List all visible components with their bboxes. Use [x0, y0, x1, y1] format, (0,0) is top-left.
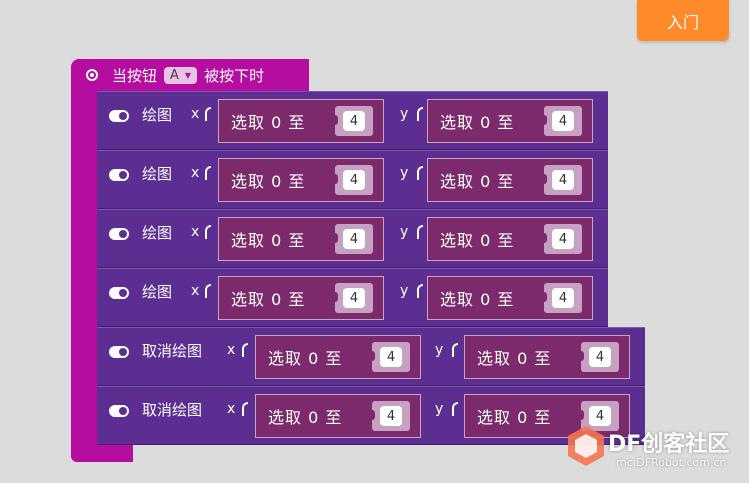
dropdown-arrow-icon: ▼: [184, 70, 192, 80]
x-axis-label: x: [227, 401, 236, 417]
max-value-field[interactable]: 4: [552, 170, 574, 190]
x-random-block[interactable]: 选取 0 至 4: [218, 158, 384, 202]
random-label: 选取 0 至: [231, 172, 306, 191]
y-input-socket: [452, 402, 458, 416]
toggle-icon: [109, 287, 129, 299]
watermark-url: mc.DFRobot.com.cn: [616, 456, 727, 469]
max-slot: 4: [541, 283, 582, 313]
y-axis-label: y: [400, 224, 409, 240]
toggle-icon: [109, 405, 129, 417]
block-label: 取消绘图: [142, 401, 203, 419]
block-label: 取消绘图: [142, 342, 203, 360]
random-label: 选取 0 至: [440, 231, 515, 250]
random-label: 选取 0 至: [440, 172, 515, 191]
block-label: 绘图: [142, 283, 173, 301]
x-input-socket: [242, 343, 248, 357]
y-random-block[interactable]: 选取 0 至 4: [427, 217, 593, 261]
x-axis-label: x: [227, 342, 236, 358]
watermark-brand: DF创客社区: [608, 432, 730, 457]
x-input-socket: [205, 225, 211, 239]
max-value-field[interactable]: 4: [552, 288, 574, 308]
max-value-field[interactable]: 4: [552, 111, 574, 131]
y-axis-label: y: [400, 283, 409, 299]
x-axis-label: x: [191, 283, 200, 299]
on-button-pressed-block[interactable]: 当按钮 A ▼ 被按下时: [71, 59, 309, 91]
random-label: 选取 0 至: [477, 349, 552, 368]
x-input-socket: [242, 402, 248, 416]
random-label: 选取 0 至: [477, 408, 552, 427]
max-slot: 4: [541, 165, 582, 195]
max-slot: 4: [369, 342, 410, 372]
x-random-block[interactable]: 选取 0 至 4: [255, 335, 421, 379]
toggle-icon: [109, 228, 129, 240]
random-label: 选取 0 至: [440, 113, 515, 132]
block-label: 绘图: [142, 106, 173, 124]
random-label: 选取 0 至: [231, 290, 306, 309]
plot-block[interactable]: 绘图 x 选取 0 至 4 y 选取 0 至 4: [97, 268, 608, 327]
max-slot: 4: [369, 401, 410, 431]
max-value-field[interactable]: 4: [343, 288, 365, 308]
block-label: 绘图: [142, 165, 173, 183]
y-axis-label: y: [400, 165, 409, 181]
y-axis-label: y: [435, 401, 444, 417]
unplot-block[interactable]: 取消绘图 x 选取 0 至 4 y 选取 0 至 4: [97, 327, 645, 386]
x-axis-label: x: [191, 224, 200, 240]
y-random-block[interactable]: 选取 0 至 4: [427, 99, 593, 143]
plot-block[interactable]: 绘图 x 选取 0 至 4 y 选取 0 至 4: [97, 91, 608, 150]
x-input-socket: [205, 166, 211, 180]
x-random-block[interactable]: 选取 0 至 4: [218, 217, 384, 261]
dfrobot-watermark: DF创客社区 mc.DFRobot.com.cn: [560, 420, 749, 480]
y-input-socket: [417, 225, 423, 239]
max-slot: 4: [332, 224, 373, 254]
target-icon: [86, 69, 98, 81]
y-input-socket: [417, 107, 423, 121]
max-slot: 4: [578, 342, 619, 372]
y-random-block[interactable]: 选取 0 至 4: [427, 276, 593, 320]
max-value-field[interactable]: 4: [589, 347, 611, 367]
random-label: 选取 0 至: [231, 113, 306, 132]
max-slot: 4: [332, 106, 373, 136]
max-slot: 4: [332, 283, 373, 313]
getting-started-button[interactable]: 入门: [637, 0, 729, 41]
max-value-field[interactable]: 4: [552, 229, 574, 249]
y-input-socket: [417, 166, 423, 180]
toggle-icon: [109, 169, 129, 181]
max-value-field[interactable]: 4: [343, 170, 365, 190]
y-input-socket: [417, 284, 423, 298]
max-slot: 4: [541, 106, 582, 136]
random-label: 选取 0 至: [231, 231, 306, 250]
max-value-field[interactable]: 4: [343, 111, 365, 131]
y-input-socket: [452, 343, 458, 357]
button-select-value: A: [170, 67, 179, 83]
toggle-icon: [109, 110, 129, 122]
max-slot: 4: [541, 224, 582, 254]
random-label: 选取 0 至: [268, 408, 343, 427]
x-input-socket: [205, 284, 211, 298]
x-random-block[interactable]: 选取 0 至 4: [218, 276, 384, 320]
max-value-field[interactable]: 4: [343, 229, 365, 249]
event-block-spine: [71, 90, 97, 436]
max-value-field[interactable]: 4: [380, 406, 402, 426]
plot-block[interactable]: 绘图 x 选取 0 至 4 y 选取 0 至 4: [97, 209, 608, 268]
plot-block[interactable]: 绘图 x 选取 0 至 4 y 选取 0 至 4: [97, 150, 608, 209]
event-prefix-label: 当按钮: [112, 66, 158, 85]
max-slot: 4: [332, 165, 373, 195]
max-value-field[interactable]: 4: [380, 347, 402, 367]
block-label: 绘图: [142, 224, 173, 242]
random-label: 选取 0 至: [268, 349, 343, 368]
y-axis-label: y: [435, 342, 444, 358]
random-label: 选取 0 至: [440, 290, 515, 309]
y-axis-label: y: [400, 106, 409, 122]
x-axis-label: x: [191, 106, 200, 122]
x-input-socket: [205, 107, 211, 121]
y-random-block[interactable]: 选取 0 至 4: [427, 158, 593, 202]
button-select-dropdown[interactable]: A ▼: [164, 66, 198, 84]
x-axis-label: x: [191, 165, 200, 181]
y-random-block[interactable]: 选取 0 至 4: [464, 335, 630, 379]
event-suffix-label: 被按下时: [204, 66, 265, 85]
dfrobot-logo-icon: [568, 426, 604, 466]
x-random-block[interactable]: 选取 0 至 4: [218, 99, 384, 143]
x-random-block[interactable]: 选取 0 至 4: [255, 394, 421, 438]
toggle-icon: [109, 346, 129, 358]
